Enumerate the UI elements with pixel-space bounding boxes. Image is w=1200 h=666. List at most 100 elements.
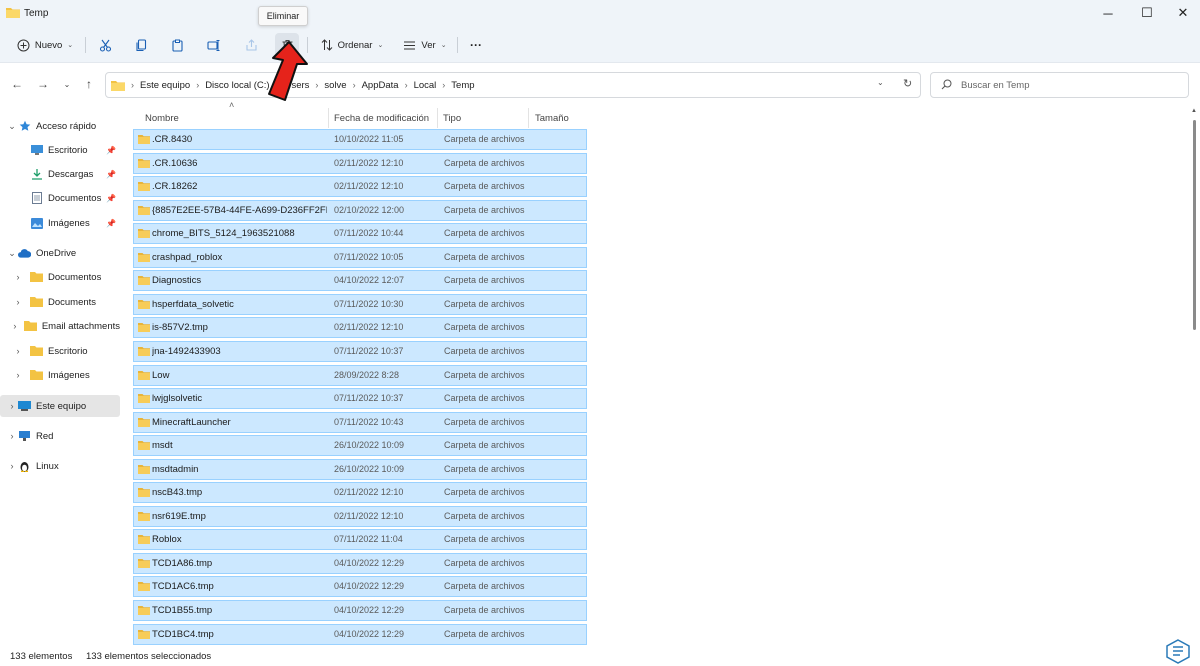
file-row[interactable]: lwjglsolvetic 07/11/2022 10:37 Carpeta de … bbox=[133, 388, 587, 410]
scrollbar-thumb[interactable] bbox=[1193, 120, 1196, 330]
file-row[interactable]: nscB43.tmp 02/11/2022 12:10 Carpeta de arc… bbox=[133, 482, 587, 504]
rename-button[interactable] bbox=[202, 33, 224, 57]
sidebar-item-this-pc[interactable]: › Este equipo bbox=[0, 395, 120, 417]
sidebar-item-email-attachments[interactable]: › Email attachments bbox=[0, 315, 120, 337]
file-row[interactable]: msdt 26/10/2022 10:09 Carpeta de archivos bbox=[133, 435, 587, 457]
file-row[interactable]: TCD1BC4.tmp 04/10/2022 12:29 Carpeta de ar… bbox=[133, 623, 587, 645]
sidebar-item-linux[interactable]: › Linux bbox=[0, 455, 120, 477]
file-row[interactable]: msdtadmin 26/10/2022 10:09 Carpeta de arch… bbox=[133, 458, 587, 480]
refresh-icon[interactable]: ↻ bbox=[903, 77, 912, 90]
file-type: Carpeta de archivos bbox=[444, 228, 525, 239]
file-date: 04/10/2022 12:29 bbox=[334, 628, 405, 639]
sidebar-item-onedrive-desktop[interactable]: › Escritorio bbox=[0, 340, 120, 362]
minimize-button[interactable]: ─ bbox=[1091, 0, 1125, 26]
column-divider[interactable] bbox=[437, 108, 438, 128]
chevron-right-icon[interactable]: › bbox=[12, 370, 24, 380]
more-options-button[interactable]: ··· bbox=[465, 33, 487, 57]
file-row[interactable]: nsr619E.tmp 02/11/2022 12:10 Carpeta de ar… bbox=[133, 505, 587, 527]
new-button[interactable]: Nuevo ⌄ bbox=[12, 33, 78, 57]
sort-button[interactable]: Ordenar ⌄ bbox=[316, 33, 388, 57]
column-header-date[interactable]: Fecha de modificación bbox=[334, 108, 429, 128]
column-header-type[interactable]: Tipo bbox=[443, 108, 461, 128]
chevron-down-icon[interactable]: ⌄ bbox=[6, 248, 18, 259]
forward-button[interactable]: → bbox=[36, 77, 50, 91]
file-date: 04/10/2022 12:29 bbox=[334, 581, 405, 592]
file-row[interactable]: TCD1B55.tmp 04/10/2022 12:29 Carpeta de ar… bbox=[133, 600, 587, 621]
paste-icon bbox=[171, 39, 183, 52]
toolbar-divider bbox=[85, 37, 86, 53]
crumb-local[interactable]: Local bbox=[414, 80, 437, 91]
chevron-down-icon: ⌄ bbox=[377, 42, 384, 49]
file-row[interactable]: hsperfdata_solvetic 07/11/2022 10:30 Carpe… bbox=[133, 293, 587, 315]
address-history-icon[interactable]: ⌄ bbox=[877, 78, 884, 87]
maximize-button[interactable]: ☐ bbox=[1130, 0, 1164, 26]
sidebar-item-onedrive[interactable]: ⌄ OneDrive bbox=[0, 242, 120, 264]
column-divider[interactable] bbox=[528, 108, 529, 128]
file-row[interactable]: Roblox 07/11/2022 11:04 Carpeta de archivo… bbox=[133, 529, 587, 551]
file-row[interactable]: crashpad_roblox 07/11/2022 10:05 Carpeta d… bbox=[133, 246, 587, 268]
crumb-solve[interactable]: solve bbox=[324, 80, 346, 91]
sidebar-item-network[interactable]: › Red bbox=[0, 425, 120, 447]
chevron-down-icon[interactable]: ⌄ bbox=[6, 121, 18, 132]
folder-icon bbox=[138, 488, 150, 498]
column-header-size[interactable]: Tamaño bbox=[535, 108, 569, 128]
crumb-appdata[interactable]: AppData bbox=[362, 80, 399, 91]
folder-icon bbox=[138, 252, 150, 262]
file-row[interactable]: TCD1AC6.tmp 04/10/2022 12:29 Carpeta de ar… bbox=[133, 576, 587, 598]
sidebar-item-documents[interactable]: Documentos 📌 bbox=[0, 187, 120, 209]
sidebar-item-images[interactable]: Imágenes 📌 bbox=[0, 212, 120, 234]
chevron-right-icon[interactable]: › bbox=[6, 431, 18, 441]
file-row[interactable]: .CR.8430 10/10/2022 11:05 Carpeta de archi… bbox=[133, 129, 587, 150]
folder-icon bbox=[138, 135, 150, 144]
file-row[interactable]: TCD1A86.tmp 04/10/2022 12:29 Carpeta de ar… bbox=[133, 552, 587, 574]
column-header-name[interactable]: Nombre bbox=[145, 108, 179, 128]
sidebar-item-onedrive-documentos[interactable]: › Documentos bbox=[0, 266, 120, 288]
chevron-right-icon[interactable]: › bbox=[12, 297, 24, 307]
sidebar-item-label: Acceso rápido bbox=[36, 120, 97, 132]
red-arrow-icon bbox=[268, 41, 308, 101]
recent-locations-button[interactable]: ⌄ bbox=[60, 77, 74, 91]
file-row[interactable]: Diagnostics 04/10/2022 12:07 Carpeta de ar… bbox=[133, 270, 587, 292]
close-button[interactable]: ✕ bbox=[1166, 0, 1200, 26]
rename-icon bbox=[206, 39, 219, 51]
command-bar: Nuevo ⌄ Ordenar ⌄ Ver ⌄ ··· bbox=[0, 28, 1200, 63]
chevron-right-icon[interactable]: › bbox=[6, 401, 18, 411]
back-button[interactable]: ← bbox=[10, 77, 24, 91]
file-row[interactable]: jna-1492433903 07/11/2022 10:37 Carpeta de… bbox=[133, 340, 587, 362]
chevron-right-icon[interactable]: › bbox=[6, 461, 18, 471]
cut-button[interactable] bbox=[94, 33, 116, 57]
search-box[interactable]: Buscar en Temp bbox=[930, 72, 1189, 98]
file-row[interactable]: Low 28/09/2022 8:28 Carpeta de archivos bbox=[133, 364, 587, 386]
file-type: Carpeta de archivos bbox=[444, 157, 525, 168]
address-bar[interactable]: › Este equipo › Disco local (C:) › Users… bbox=[105, 72, 921, 98]
folder-icon bbox=[138, 441, 150, 451]
up-button[interactable]: ↑ bbox=[82, 77, 96, 91]
crumb-temp[interactable]: Temp bbox=[451, 80, 474, 91]
file-name: lwjglsolvetic bbox=[152, 393, 203, 405]
file-row[interactable]: MinecraftLauncher 07/11/2022 10:43 Carpeta… bbox=[133, 411, 587, 433]
column-divider[interactable] bbox=[328, 108, 329, 128]
file-row[interactable]: {8857E2EE-57B4-44FE-A699-D236FF2FDEE... 0… bbox=[133, 199, 587, 221]
chevron-right-icon[interactable]: › bbox=[12, 272, 24, 282]
file-row[interactable]: chrome_BITS_5124_1963521088 07/11/2022 10… bbox=[133, 223, 587, 245]
sidebar-item-onedrive-documents[interactable]: › Documents bbox=[0, 291, 120, 313]
vertical-scrollbar[interactable]: ▲ bbox=[1189, 108, 1199, 644]
sidebar-item-downloads[interactable]: Descargas 📌 bbox=[0, 163, 120, 185]
view-button[interactable]: Ver ⌄ bbox=[400, 33, 450, 57]
chevron-right-icon[interactable]: › bbox=[12, 346, 24, 356]
file-row[interactable]: is-857V2.tmp 02/11/2022 12:10 Carpeta de a… bbox=[133, 317, 587, 339]
copy-icon bbox=[135, 38, 146, 51]
pin-icon: 📌 bbox=[106, 169, 116, 179]
paste-button[interactable] bbox=[166, 33, 188, 57]
sidebar-item-desktop[interactable]: Escritorio 📌 bbox=[0, 139, 120, 161]
scroll-up-icon[interactable]: ▲ bbox=[1191, 108, 1197, 114]
sidebar-item-quick-access[interactable]: ⌄ Acceso rápido bbox=[0, 115, 120, 137]
file-row[interactable]: .CR.10636 02/11/2022 12:10 Carpeta de arch… bbox=[133, 152, 587, 174]
star-icon bbox=[18, 120, 31, 132]
chevron-right-icon[interactable]: › bbox=[12, 321, 18, 331]
copy-button[interactable] bbox=[130, 33, 152, 57]
crumb-this-pc[interactable]: Este equipo bbox=[140, 80, 190, 91]
sidebar-item-onedrive-images[interactable]: › Imágenes bbox=[0, 364, 120, 386]
search-placeholder: Buscar en Temp bbox=[961, 80, 1030, 91]
file-row[interactable]: .CR.18262 02/11/2022 12:10 Carpeta de arch… bbox=[133, 176, 587, 198]
